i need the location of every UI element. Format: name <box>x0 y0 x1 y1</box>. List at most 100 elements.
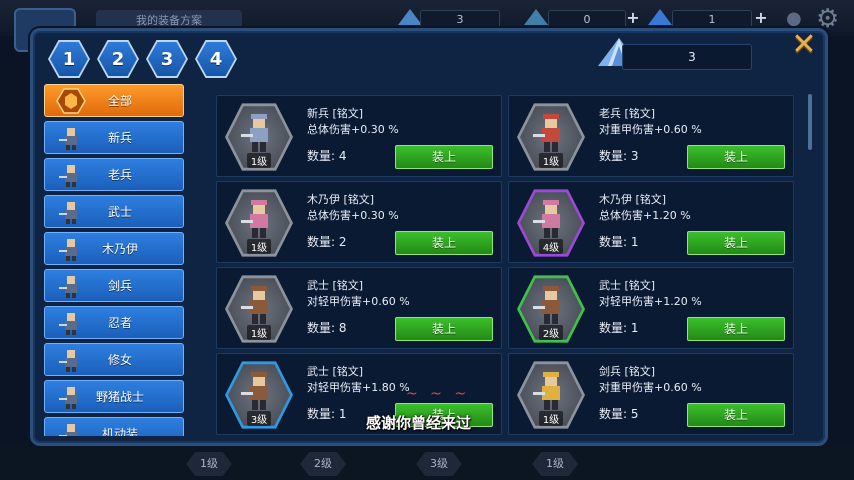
ore-count: 0 <box>548 10 626 30</box>
equip-button[interactable]: 装上 <box>687 317 785 341</box>
category-6[interactable]: 忍者 <box>44 306 184 339</box>
category-list: 全部新兵老兵武士木乃伊剑兵忍者修女野猪战士机动装 <box>44 84 184 436</box>
inscription-card: 1级 老兵 [铭文] 对重甲伤害+0.60 % 数量: 3 装上 <box>508 95 794 177</box>
tab-3[interactable]: 3 <box>146 40 188 78</box>
inscription-title: 老兵 [铭文] <box>599 107 656 120</box>
inscription-quantity: 数量: 1 <box>599 235 639 249</box>
close-button[interactable]: ✕ <box>786 28 822 64</box>
swordsman-icon <box>55 272 87 300</box>
tab-label: 4 <box>197 42 235 76</box>
category-0[interactable]: 全部 <box>44 84 184 117</box>
diamond-icon <box>648 9 672 25</box>
equip-button[interactable]: 装上 <box>395 317 493 341</box>
category-label: 忍者 <box>107 316 132 330</box>
inscription-effect: 总体伤害+0.30 % <box>307 209 399 222</box>
add-ore-button[interactable]: + <box>624 10 642 28</box>
veteran-icon <box>55 161 87 189</box>
inscription-portrait[interactable]: 1级 <box>517 102 585 172</box>
ninja-icon <box>55 309 87 337</box>
inscription-portrait[interactable]: 2级 <box>517 274 585 344</box>
equip-button[interactable]: 装上 <box>687 231 785 255</box>
category-7[interactable]: 修女 <box>44 343 184 376</box>
inscription-quantity: 数量: 3 <box>599 149 639 163</box>
ore-icon <box>524 9 548 25</box>
category-label: 全部 <box>107 94 132 108</box>
subtitle-text: 感谢你曾经来过 <box>366 414 472 432</box>
all-icon <box>55 87 87 115</box>
nun-icon <box>55 346 87 374</box>
inscription-level: 2级 <box>539 325 563 340</box>
inscription-effect: 对轻甲伤害+0.60 % <box>307 295 410 308</box>
tab-1[interactable]: 1 <box>48 40 90 78</box>
inscription-level: 1级 <box>247 239 271 254</box>
inscription-level: 1级 <box>247 153 271 168</box>
loadout-tabs: 1 2 3 4 <box>48 40 237 78</box>
category-4[interactable]: 木乃伊 <box>44 232 184 265</box>
category-label: 武士 <box>107 205 132 219</box>
unit-sprite-icon <box>533 114 560 152</box>
category-label: 野猪战士 <box>95 390 144 404</box>
inscription-level: 3级 <box>247 411 271 426</box>
category-label: 修女 <box>107 353 132 367</box>
inscription-title: 剑兵 [铭文] <box>599 365 656 378</box>
equip-button[interactable]: 装上 <box>395 231 493 255</box>
inscription-effect: 总体伤害+1.20 % <box>599 209 691 222</box>
inscription-quantity: 数量: 8 <box>307 321 347 335</box>
inscription-portrait[interactable]: 1级 <box>225 274 293 344</box>
equip-button[interactable]: 装上 <box>687 145 785 169</box>
unit-sprite-icon <box>241 286 268 324</box>
equip-button[interactable]: 装上 <box>395 145 493 169</box>
category-label: 木乃伊 <box>101 242 138 256</box>
inscription-level: 4级 <box>539 239 563 254</box>
tab-label: 2 <box>99 42 137 76</box>
inscription-card: 1级 武士 [铭文] 对轻甲伤害+0.60 % 数量: 8 装上 <box>216 267 502 349</box>
inscription-card: 1级 木乃伊 [铭文] 总体伤害+0.30 % 数量: 2 装上 <box>216 181 502 263</box>
unit-sprite-icon <box>533 372 560 410</box>
inscription-title: 武士 [铭文] <box>307 365 364 378</box>
inscription-title: 木乃伊 [铭文] <box>599 193 667 206</box>
unit-sprite-icon <box>241 372 268 410</box>
unit-sprite-icon <box>241 200 268 238</box>
tab-2[interactable]: 2 <box>97 40 139 78</box>
category-label: 新兵 <box>107 131 132 145</box>
inscription-portrait[interactable]: 1级 <box>517 360 585 430</box>
inscription-portrait[interactable]: 1级 <box>225 102 293 172</box>
category-8[interactable]: 野猪战士 <box>44 380 184 413</box>
crystal-count: 3 <box>622 44 752 70</box>
subtitle-decoration: ~ ~ ~ <box>406 386 471 402</box>
inscription-card: 1级 新兵 [铭文] 总体伤害+0.30 % 数量: 4 装上 <box>216 95 502 177</box>
inscription-title: 武士 [铭文] <box>307 279 364 292</box>
mech-icon <box>55 420 87 436</box>
bottom-slot-level: 1级 <box>532 452 578 476</box>
category-2[interactable]: 老兵 <box>44 158 184 191</box>
tab-label: 1 <box>50 42 88 76</box>
inscription-card: 4级 木乃伊 [铭文] 总体伤害+1.20 % 数量: 1 装上 <box>508 181 794 263</box>
inscription-card: 1级 剑兵 [铭文] 对重甲伤害+0.60 % 数量: 5 装上 <box>508 353 794 435</box>
scrollbar[interactable] <box>808 94 812 150</box>
category-3[interactable]: 武士 <box>44 195 184 228</box>
inscription-title: 新兵 [铭文] <box>307 107 364 120</box>
inscription-level: 1级 <box>539 153 563 168</box>
equip-button[interactable]: 装上 <box>687 403 785 427</box>
recruit-icon <box>55 124 87 152</box>
tab-4[interactable]: 4 <box>195 40 237 78</box>
bottom-slot-level: 2级 <box>300 452 346 476</box>
inscription-quantity: 数量: 2 <box>307 235 347 249</box>
category-label: 剑兵 <box>107 279 132 293</box>
inscription-portrait[interactable]: 4级 <box>517 188 585 258</box>
samurai-icon <box>55 198 87 226</box>
inscription-portrait[interactable]: 3级 <box>225 360 293 430</box>
category-1[interactable]: 新兵 <box>44 121 184 154</box>
inscription-portrait[interactable]: 1级 <box>225 188 293 258</box>
category-5[interactable]: 剑兵 <box>44 269 184 302</box>
category-9[interactable]: 机动装 <box>44 417 184 436</box>
inscription-level: 1级 <box>247 325 271 340</box>
category-label: 机动装 <box>101 427 138 436</box>
inscription-level: 1级 <box>539 411 563 426</box>
inscription-effect: 对重甲伤害+0.60 % <box>599 123 702 136</box>
inscription-effect: 对轻甲伤害+1.80 % <box>307 381 410 394</box>
inscription-title: 木乃伊 [铭文] <box>307 193 375 206</box>
mummy-icon <box>55 235 87 263</box>
inscription-quantity: 数量: 4 <box>307 149 347 163</box>
add-diamond-button[interactable]: + <box>752 10 770 28</box>
